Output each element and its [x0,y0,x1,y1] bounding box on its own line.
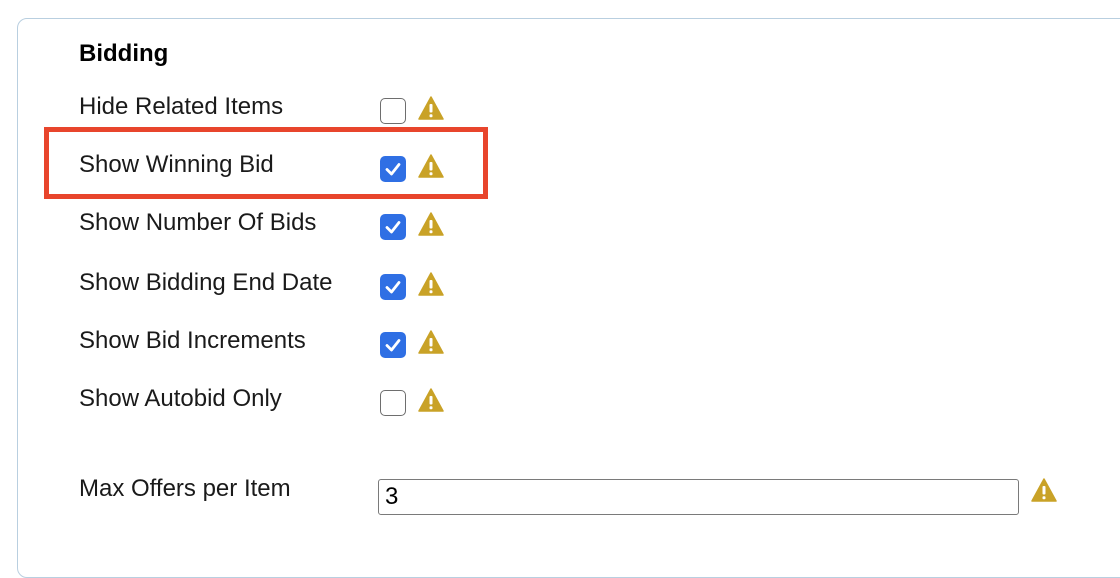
max-offers-label: Max Offers per Item [79,475,291,502]
max-offers-input[interactable] [378,479,1019,515]
option-label-show-bid-increments: Show Bid Increments [79,327,306,354]
checkmark-icon [385,339,401,352]
warning-triangle-icon [418,212,444,236]
show-number-of-bids-checkbox[interactable] [380,214,406,240]
option-label-show-autobid-only: Show Autobid Only [79,385,282,412]
checkmark-icon [385,281,401,294]
show-autobid-only-checkbox[interactable] [380,390,406,416]
warning-triangle-icon [418,388,444,412]
warning-triangle-icon [1031,478,1057,502]
warning-triangle-icon [418,272,444,296]
option-label-show-bidding-end-date: Show Bidding End Date [79,269,333,296]
option-label-hide-related-items: Hide Related Items [79,93,284,120]
hide-related-items-checkbox[interactable] [380,98,406,124]
highlight-box [44,127,488,199]
warning-triangle-icon [418,96,444,120]
option-label-show-number-of-bids: Show Number Of Bids [79,209,317,236]
show-bid-increments-checkbox[interactable] [380,332,406,358]
checkmark-icon [385,221,401,234]
section-title: Bidding [79,40,169,67]
show-bidding-end-date-checkbox[interactable] [380,274,406,300]
warning-triangle-icon [418,330,444,354]
